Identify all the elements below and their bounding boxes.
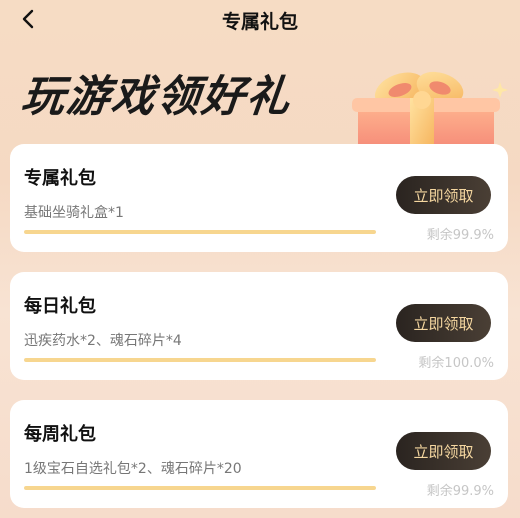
remaining-text: 剩余100.0% [418, 356, 494, 371]
package-card-weekly: 每周礼包 1级宝石自选礼包*2、魂石碎片*20 立即领取 剩余99.9% [10, 400, 508, 508]
package-contents: 基础坐骑礼盒*1 [24, 205, 124, 221]
package-card-daily: 每日礼包 迅疾药水*2、魂石碎片*4 立即领取 剩余100.0% [10, 272, 508, 380]
package-title: 每日礼包 [24, 296, 96, 317]
top-bar: 专属礼包 [0, 0, 520, 40]
package-contents: 迅疾药水*2、魂石碎片*4 [24, 333, 182, 349]
remaining-progress-fill [24, 230, 376, 234]
claim-button[interactable]: 立即领取 [396, 432, 491, 470]
package-title: 每周礼包 [24, 424, 96, 445]
claim-button[interactable]: 立即领取 [396, 304, 491, 342]
page-title: 专属礼包 [221, 11, 298, 33]
remaining-text: 剩余99.9% [426, 228, 494, 243]
remaining-progress-bar [24, 230, 376, 234]
package-contents: 1级宝石自选礼包*2、魂石碎片*20 [24, 461, 242, 477]
remaining-progress-bar [24, 358, 376, 362]
remaining-text: 剩余99.9% [426, 484, 494, 499]
remaining-progress-fill [24, 358, 376, 362]
remaining-progress-bar [24, 486, 376, 490]
hero-title: 玩游戏领好礼 [18, 72, 295, 122]
claim-button[interactable]: 立即领取 [396, 176, 491, 214]
package-title: 专属礼包 [24, 168, 96, 189]
remaining-progress-fill [24, 486, 376, 490]
gift-box-icon [352, 71, 508, 150]
package-card-exclusive: 专属礼包 基础坐骑礼盒*1 立即领取 剩余99.9% [10, 144, 508, 252]
